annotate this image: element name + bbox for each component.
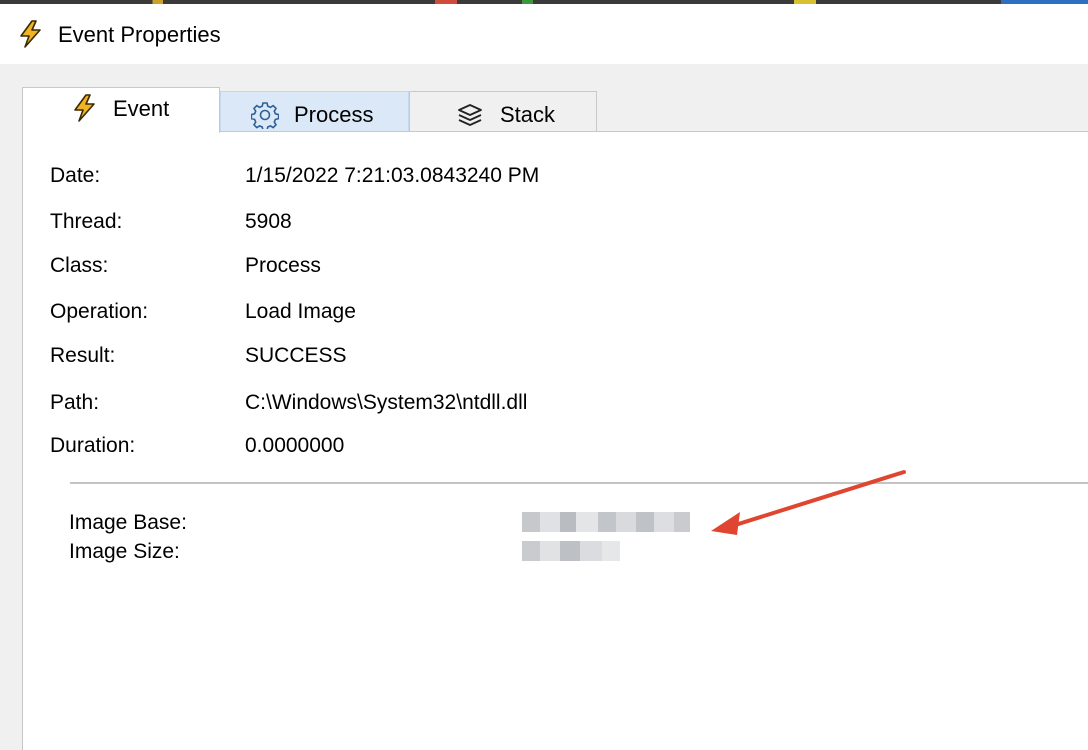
field-row-result: Result: SUCCESS: [23, 341, 1063, 371]
field-row-thread: Thread: 5908: [23, 207, 1063, 237]
event-properties-panel: Date: 1/15/2022 7:21:03.0843240 PM Threa…: [22, 131, 1088, 750]
lightning-icon: [20, 20, 41, 48]
tab-event-label: Event: [113, 96, 170, 121]
field-value: 0.0000000: [245, 434, 345, 457]
field-label: Operation:: [50, 300, 149, 323]
image-base-value-redacted: [522, 512, 690, 532]
field-label: Thread:: [50, 210, 123, 233]
image-base-label: Image Base:: [69, 511, 187, 534]
field-value: Process: [245, 254, 321, 277]
image-size-label: Image Size:: [69, 540, 180, 563]
section-divider: [70, 482, 1088, 484]
window-title: Event Properties: [58, 22, 221, 47]
field-value: Load Image: [245, 300, 356, 323]
field-value: SUCCESS: [245, 344, 347, 367]
field-row-class: Class: Process: [23, 251, 1063, 281]
field-label: Date:: [50, 164, 101, 187]
tab-stack-label: Stack: [500, 102, 556, 127]
stack-layers-icon: [458, 104, 482, 126]
tab-process-label: Process: [294, 102, 374, 127]
field-row-path: Path: C:\Windows\System32\ntdll.dll: [23, 388, 1063, 418]
field-value: 1/15/2022 7:21:03.0843240 PM: [245, 164, 540, 187]
image-size-value-redacted: [522, 541, 620, 561]
field-row-operation: Operation: Load Image: [23, 297, 1063, 327]
tab-process[interactable]: Process: [220, 91, 409, 132]
gear-icon: [251, 102, 279, 129]
field-value: 5908: [245, 210, 292, 233]
field-label: Class:: [50, 254, 109, 277]
field-label: Result:: [50, 344, 116, 367]
field-label: Path:: [50, 391, 100, 414]
field-row-duration: Duration: 0.0000000: [23, 431, 1063, 461]
lightning-icon: [74, 94, 95, 122]
tab-stack[interactable]: Stack: [409, 91, 597, 132]
field-label: Duration:: [50, 434, 136, 457]
field-row-date: Date: 1/15/2022 7:21:03.0843240 PM: [23, 161, 1063, 191]
tab-strip: Event Process Stack: [22, 87, 622, 133]
field-value: C:\Windows\System32\ntdll.dll: [245, 391, 528, 414]
tab-event[interactable]: Event: [22, 87, 220, 133]
title-bar: Event Properties: [0, 4, 1088, 64]
